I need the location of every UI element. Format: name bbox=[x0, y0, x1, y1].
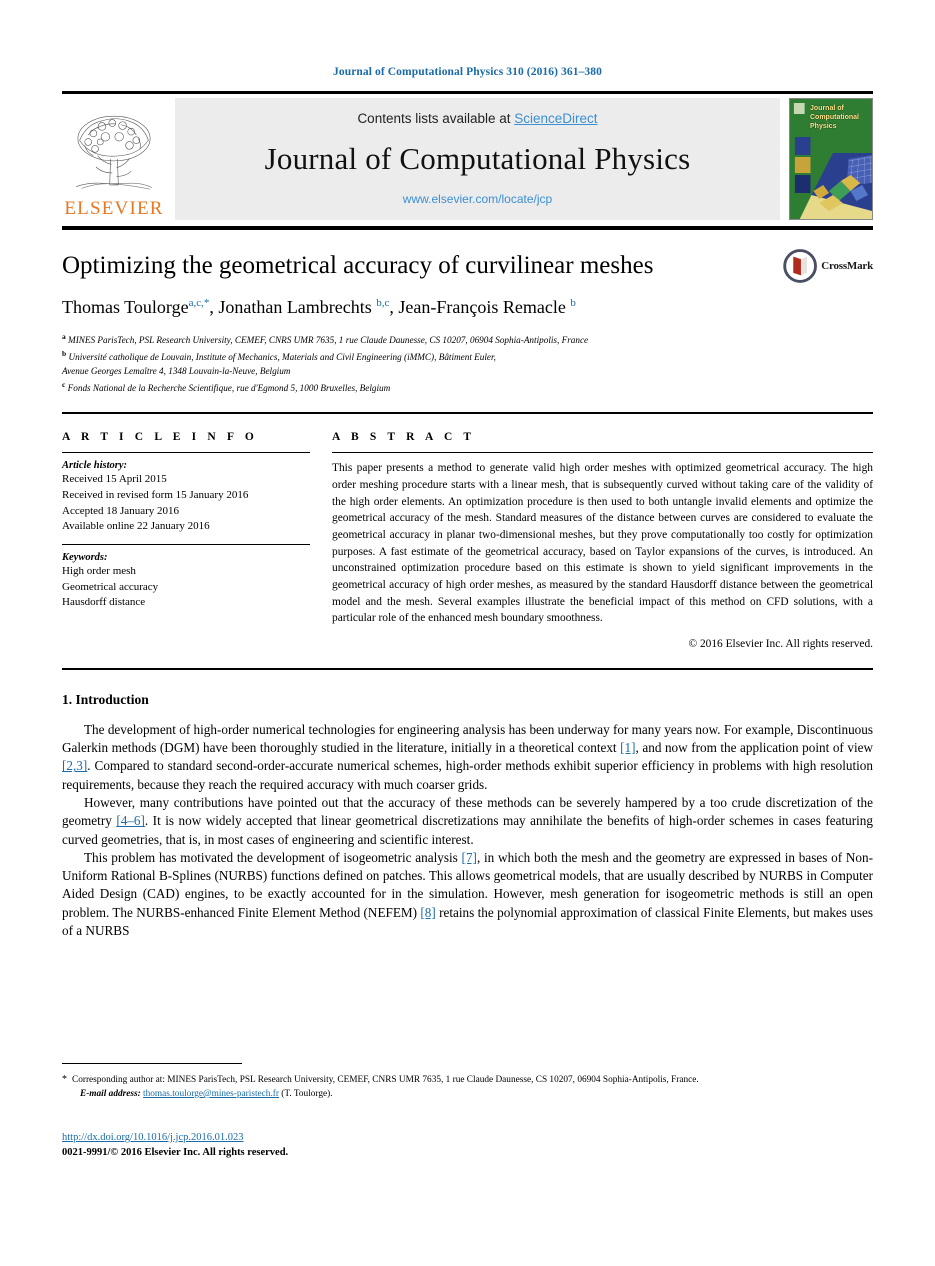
running-head: Journal of Computational Physics 310 (20… bbox=[333, 66, 602, 78]
footnote-block: * Corresponding author at: MINES ParisTec… bbox=[62, 1072, 873, 1102]
divider bbox=[62, 543, 310, 545]
affiliation-item: Avenue Georges Lemaître 4, 1348 Louvain-… bbox=[62, 365, 873, 379]
paper-page: Journal of Computational Physics 310 (20… bbox=[0, 0, 935, 1266]
email-link[interactable]: thomas.toulorge@mines-paristech.fr bbox=[143, 1089, 279, 1099]
history-item: Accepted 18 January 2016 bbox=[62, 504, 179, 517]
info-abstract-row: A R T I C L E I N F O Article history: R… bbox=[62, 414, 873, 650]
elsevier-logo: ELSEVIER bbox=[62, 98, 166, 220]
affiliation-text: Fonds National de la Recherche Scientifi… bbox=[67, 383, 391, 394]
author-name: Thomas Toulorge bbox=[62, 296, 189, 317]
keyword-item: High order mesh bbox=[62, 564, 136, 577]
affiliation-list: a MINES ParisTech, PSL Research Universi… bbox=[62, 331, 873, 396]
history-item: Received 15 April 2015 bbox=[62, 473, 167, 486]
keyword-item: Hausdorff distance bbox=[62, 596, 146, 609]
affiliation-mark: b bbox=[62, 349, 67, 359]
article-info-column: A R T I C L E I N F O Article history: R… bbox=[62, 431, 330, 649]
introduction-section: 1. Introduction The development of high-… bbox=[62, 670, 873, 940]
citation-link[interactable]: [7] bbox=[462, 850, 477, 865]
email-label: E-mail address: bbox=[80, 1088, 141, 1099]
author-marks[interactable]: b bbox=[570, 297, 576, 309]
issn-copyright-line: 0021-9991/© 2016 Elsevier Inc. All right… bbox=[62, 1147, 289, 1159]
crossmark-icon bbox=[783, 249, 817, 283]
affiliation-text: MINES ParisTech, PSL Research University… bbox=[68, 335, 589, 346]
doi-block: http://dx.doi.org/10.1016/j.jcp.2016.01.… bbox=[62, 1130, 288, 1160]
journal-homepage-link[interactable]: www.elsevier.com/locate/jcp bbox=[403, 192, 552, 206]
author-marks[interactable]: a,c,* bbox=[189, 297, 210, 309]
crossmark-badge[interactable]: CrossMark bbox=[783, 244, 873, 288]
affiliation-item: c Fonds National de la Recherche Scienti… bbox=[62, 379, 873, 396]
divider bbox=[62, 452, 310, 454]
sciencedirect-link[interactable]: ScienceDirect bbox=[514, 111, 597, 126]
history-item: Available online 22 January 2016 bbox=[62, 520, 210, 533]
paragraph-text: , and now from the application point of … bbox=[635, 740, 873, 756]
journal-title: Journal of Computational Physics bbox=[264, 141, 691, 176]
footnote-rule bbox=[62, 1063, 242, 1064]
paragraph-text: . Compared to standard second-order-accu… bbox=[62, 758, 873, 792]
paragraph: This problem has motivated the developme… bbox=[62, 849, 873, 940]
cover-title-text: Journal of Computational Physics bbox=[810, 105, 859, 130]
keywords-label: Keywords: bbox=[62, 551, 108, 563]
journal-cover-thumbnail: Journal of Computational Physics bbox=[789, 98, 873, 220]
citation-link[interactable]: [4–6] bbox=[116, 813, 145, 828]
affiliation-mark: a bbox=[62, 332, 66, 342]
asterisk-marker: * bbox=[62, 1074, 67, 1085]
masthead-container: ELSEVIER Contents lists available at Sci… bbox=[62, 91, 873, 220]
corresponding-author-note: * Corresponding author at: MINES ParisTec… bbox=[62, 1072, 873, 1088]
elsevier-wordmark: ELSEVIER bbox=[64, 198, 164, 219]
affiliation-mark: c bbox=[62, 380, 66, 390]
corresponding-author-text: Corresponding author at: MINES ParisTech… bbox=[72, 1075, 699, 1085]
page-title: Optimizing the geometrical accuracy of c… bbox=[62, 252, 654, 279]
doi-link[interactable]: http://dx.doi.org/10.1016/j.jcp.2016.01.… bbox=[62, 1132, 244, 1143]
divider bbox=[332, 452, 873, 454]
contents-available-line: Contents lists available at ScienceDirec… bbox=[357, 111, 597, 126]
keywords-block: Keywords: High order mesh Geometrical ac… bbox=[62, 552, 310, 611]
author-list: Thomas Toulorgea,c,*, Jonathan Lambrecht… bbox=[62, 296, 576, 317]
history-item: Received in revised form 15 January 2016 bbox=[62, 489, 249, 502]
paragraph-text: . It is now widely accepted that linear … bbox=[62, 813, 873, 847]
article-info-heading: A R T I C L E I N F O bbox=[62, 431, 258, 444]
abstract-text: This paper presents a method to generate… bbox=[332, 462, 873, 625]
affiliation-text: Avenue Georges Lemaître 4, 1348 Louvain-… bbox=[62, 366, 291, 377]
email-note: E-mail address: thomas.toulorge@mines-pa… bbox=[62, 1088, 873, 1102]
keyword-item: Geometrical accuracy bbox=[62, 580, 159, 593]
section-heading: 1. Introduction bbox=[62, 691, 149, 707]
citation-link[interactable]: [8] bbox=[420, 905, 435, 920]
citation-link[interactable]: [1] bbox=[620, 740, 635, 755]
email-owner: (T. Toulorge). bbox=[281, 1088, 333, 1099]
affiliation-item: b Université catholique de Louvain, Inst… bbox=[62, 348, 873, 365]
author-name: Jonathan Lambrechts bbox=[218, 296, 372, 317]
article-history-label: Article history: bbox=[62, 460, 128, 472]
contents-prefix: Contents lists available at bbox=[357, 111, 515, 126]
citation-link[interactable]: [2,3] bbox=[62, 758, 87, 773]
journal-band: Contents lists available at ScienceDirec… bbox=[175, 98, 780, 220]
abstract-column: A B S T R A C T This paper presents a me… bbox=[330, 431, 873, 650]
title-block: CrossMark Optimizing the geometrical acc… bbox=[62, 230, 873, 396]
paragraph: However, many contributions have pointed… bbox=[62, 794, 873, 849]
affiliation-item: a MINES ParisTech, PSL Research Universi… bbox=[62, 331, 873, 348]
author-marks[interactable]: b,c bbox=[376, 297, 389, 309]
abstract-heading: A B S T R A C T bbox=[332, 431, 476, 444]
crossmark-label: CrossMark bbox=[821, 260, 873, 272]
elsevier-tree-icon bbox=[76, 115, 152, 190]
affiliation-text: Université catholique de Louvain, Instit… bbox=[68, 352, 496, 363]
abstract-copyright: © 2016 Elsevier Inc. All rights reserved… bbox=[688, 637, 873, 650]
paragraph-text: This problem has motivated the developme… bbox=[84, 849, 462, 865]
paragraph: The development of high-order numerical … bbox=[62, 721, 873, 794]
author-name: Jean-François Remacle bbox=[398, 296, 566, 317]
masthead: ELSEVIER Contents lists available at Sci… bbox=[62, 98, 873, 220]
